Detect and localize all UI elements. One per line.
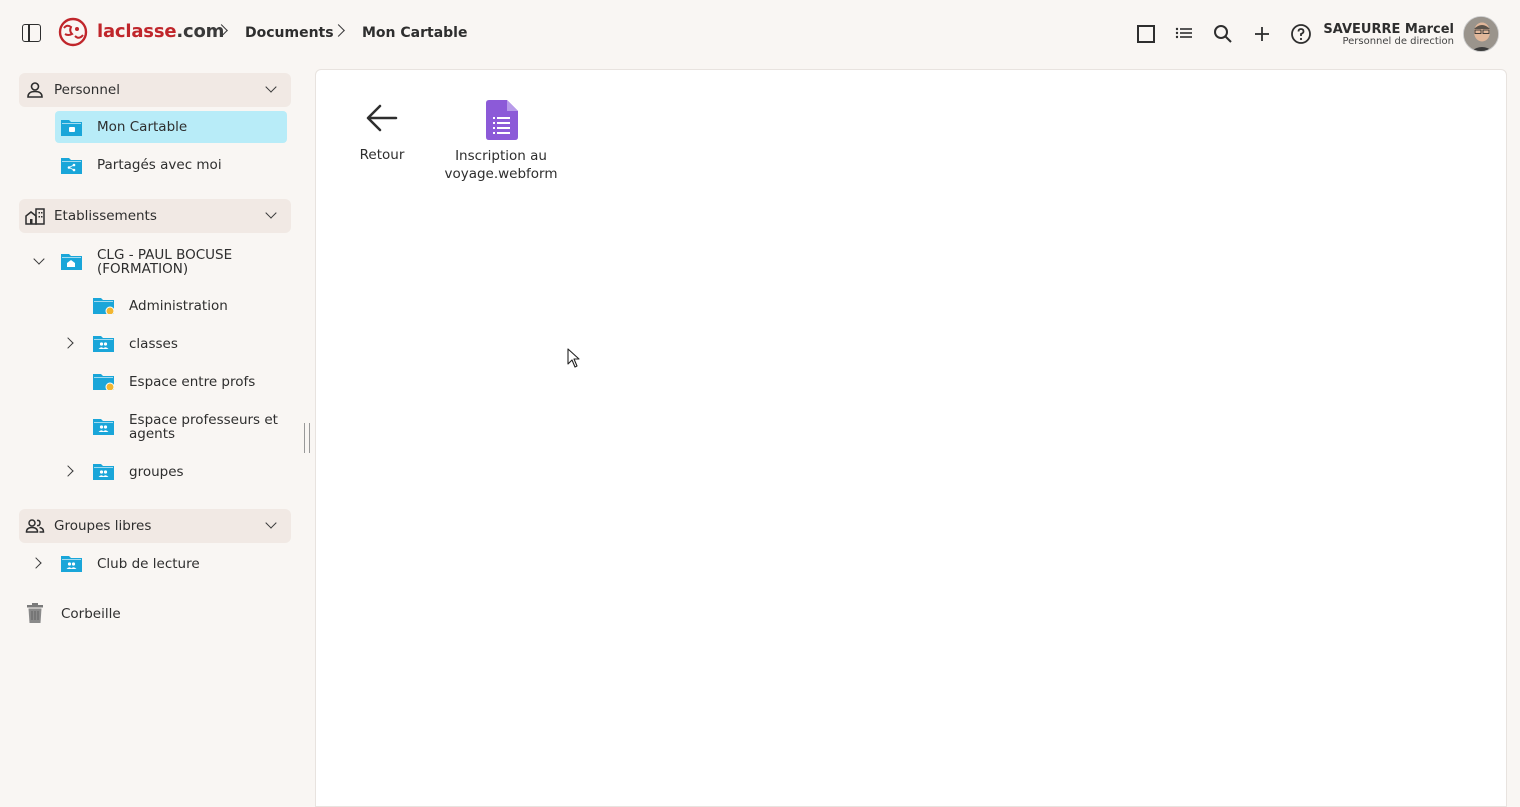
section-label: Etablissements (54, 208, 157, 224)
buildings-icon (25, 208, 45, 225)
person-icon (27, 82, 43, 98)
sidebar-item-label: classes (129, 336, 178, 352)
form-document-icon (486, 100, 518, 140)
sidebar-toggle-icon[interactable] (22, 24, 41, 42)
chevron-down-icon[interactable] (265, 81, 277, 93)
folder-bag-icon (61, 120, 82, 136)
sidebar-item-club-de-lecture[interactable]: Club de lecture (55, 547, 287, 579)
folder-group-icon (61, 556, 82, 572)
sidebar-resize-handle[interactable] (304, 423, 310, 453)
user-role: Personnel de direction (1342, 36, 1454, 47)
section-personnel[interactable]: Personnel (19, 73, 291, 107)
folder-share-icon (61, 158, 82, 174)
back-tile[interactable]: Retour (342, 100, 422, 164)
folder-group-icon (93, 464, 114, 480)
sidebar-item-espace-entre-profs[interactable]: Espace entre profs (87, 365, 287, 397)
mouse-cursor-icon (567, 348, 580, 368)
breadcrumb-documents[interactable]: Documents (245, 25, 334, 41)
chevron-down-icon[interactable] (265, 207, 277, 219)
section-label: Personnel (54, 82, 120, 98)
back-label: Retour (359, 147, 405, 163)
file-browser-panel: Retour Inscription au voyage.webform (315, 69, 1507, 807)
top-bar: laclasse.com Documents Mon Cartable SAVE… (0, 0, 1520, 66)
sidebar-item-label: Partagés avec moi (97, 157, 222, 173)
expand-chevron-icon[interactable] (62, 337, 74, 349)
user-name[interactable]: SAVEURRE Marcel (1323, 22, 1454, 37)
sidebar-item-classes[interactable]: classes (87, 327, 287, 359)
folder-admin-icon (93, 374, 114, 390)
sidebar-item-administration[interactable]: Administration (87, 289, 287, 321)
section-label: Groupes libres (54, 518, 152, 534)
sidebar-item-label: Corbeille (61, 606, 121, 622)
trash-icon (27, 603, 43, 623)
breadcrumb-chevron-icon (332, 24, 345, 37)
brand-name[interactable]: laclasse.com (97, 21, 224, 42)
folder-admin-icon (93, 298, 114, 314)
sidebar-item-partages[interactable]: Partagés avec moi (55, 149, 287, 181)
sidebar-item-mon-cartable[interactable]: Mon Cartable (55, 111, 287, 143)
folder-school-icon (61, 254, 82, 270)
people-icon (25, 519, 45, 533)
sidebar-item-corbeille[interactable]: Corbeille (19, 597, 287, 629)
chevron-down-icon[interactable] (265, 517, 277, 529)
sidebar-item-school[interactable]: CLG - PAUL BOCUSE (FORMATION) (55, 245, 287, 279)
sidebar-item-espace-professeurs[interactable]: Espace professeurs et agents (87, 410, 287, 444)
search-icon[interactable] (1211, 22, 1235, 46)
expand-chevron-icon[interactable] (62, 465, 74, 477)
square-view-icon[interactable] (1134, 22, 1158, 46)
avatar-photo (1464, 17, 1498, 51)
sidebar-item-label: Mon Cartable (97, 119, 188, 135)
section-etablissements[interactable]: Etablissements (19, 199, 291, 233)
school-label: CLG - PAUL BOCUSE (FORMATION) (97, 247, 233, 277)
avatar[interactable] (1463, 16, 1499, 52)
laclasse-logo-icon[interactable] (57, 16, 89, 48)
expand-chevron-icon[interactable] (30, 557, 42, 569)
brand-label: laclasse (97, 21, 177, 42)
file-name-line-2: voyage.webform (444, 166, 558, 182)
list-view-icon[interactable] (1172, 22, 1196, 46)
plus-icon[interactable] (1250, 22, 1274, 46)
sidebar-item-label: Espace professeurs et agents (129, 412, 278, 442)
sidebar-item-label: Espace entre profs (129, 374, 256, 390)
folder-group-icon (93, 336, 114, 352)
file-name-line-1: Inscription au (455, 148, 547, 164)
breadcrumb-mon-cartable[interactable]: Mon Cartable (362, 25, 467, 41)
folder-group-icon (93, 419, 114, 435)
arrow-left-icon (366, 104, 398, 132)
file-tile[interactable]: Inscription au voyage.webform (442, 100, 560, 183)
help-icon[interactable] (1289, 22, 1313, 46)
collapse-chevron-icon[interactable] (33, 253, 45, 265)
section-groupes-libres[interactable]: Groupes libres (19, 509, 291, 543)
sidebar-item-label: groupes (129, 464, 184, 480)
sidebar-item-label: Administration (129, 298, 228, 314)
sidebar-item-groupes[interactable]: groupes (87, 455, 287, 487)
sidebar-item-label: Club de lecture (97, 556, 200, 572)
